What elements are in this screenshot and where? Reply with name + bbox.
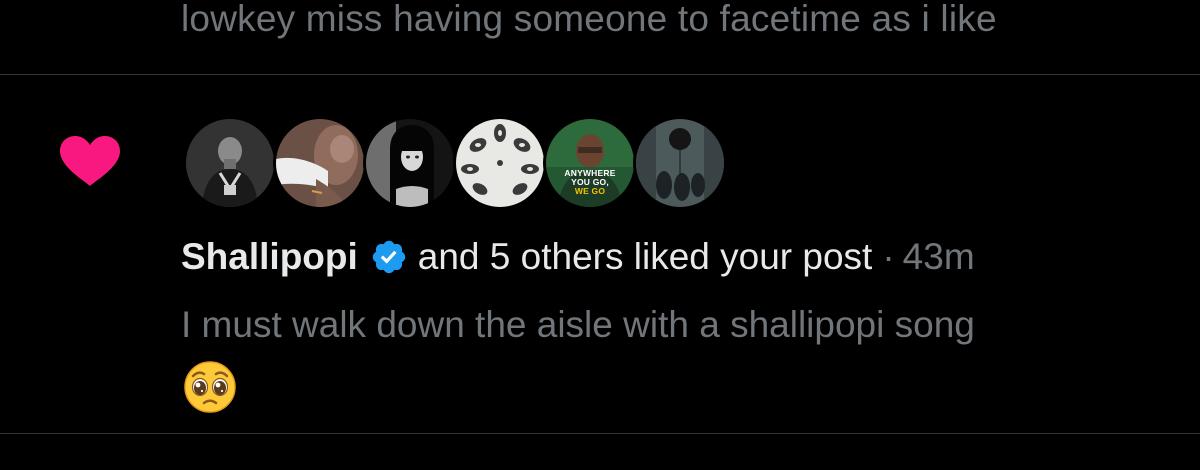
avatar-user-1[interactable] (183, 116, 277, 210)
timestamp: 43m (902, 236, 975, 277)
avatar-user-6[interactable] (633, 116, 727, 210)
avatar-user-4[interactable] (453, 116, 547, 210)
action-text: and 5 others liked your post (417, 236, 873, 277)
verified-badge-icon (370, 238, 408, 276)
heart-icon (60, 136, 120, 186)
avatar-user-2[interactable] (273, 116, 367, 210)
notification-title: Shallipopi and 5 others liked your post … (181, 236, 975, 278)
pleading-face-emoji (184, 361, 236, 413)
separator-dot: · (882, 236, 895, 277)
avatar-caption: ANYWHERE YOU GO, WE GO (564, 168, 616, 196)
avatar-user-3[interactable] (363, 116, 457, 210)
previous-notification[interactable]: lowkey miss having someone to facetime a… (0, 0, 1200, 75)
liked-post-text[interactable]: I must walk down the aisle with a shalli… (181, 301, 1181, 349)
previous-post-text: lowkey miss having someone to facetime a… (181, 0, 997, 39)
user-name[interactable]: Shallipopi (181, 236, 358, 278)
avatar-user-5[interactable]: ANYWHERE YOU GO, WE GO (543, 116, 637, 210)
